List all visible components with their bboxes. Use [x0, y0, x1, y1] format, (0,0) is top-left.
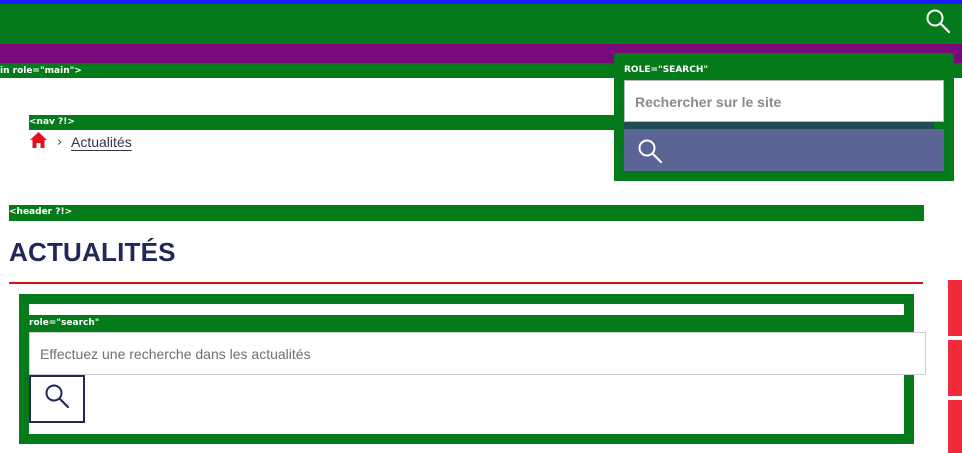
top-green-bar — [0, 4, 962, 13]
site-search-input[interactable]: Rechercher sur le site — [624, 80, 944, 122]
main-role-label: in role="main"> — [0, 66, 82, 76]
nav-label: <nav ?!> — [29, 117, 75, 127]
site-search-divider — [624, 122, 934, 129]
header-green-bar — [0, 13, 962, 44]
breadcrumb-separator: › — [57, 135, 63, 150]
header-label: <header ?!> — [9, 207, 73, 217]
home-icon[interactable] — [29, 131, 48, 149]
search-icon — [636, 137, 664, 165]
site-search-role-label: ROLE="SEARCH" — [624, 65, 709, 75]
header-bar — [9, 205, 924, 221]
nav-bar — [29, 115, 619, 130]
title-underline — [9, 282, 923, 284]
search-icon — [43, 382, 71, 410]
news-search-top-strip — [29, 304, 904, 315]
page-title: ACTUALITÉS — [9, 237, 176, 267]
side-tab[interactable] — [948, 280, 962, 336]
side-tab[interactable] — [948, 400, 962, 453]
breadcrumb-current[interactable]: Actualités — [71, 133, 132, 151]
search-icon[interactable] — [924, 7, 952, 35]
news-search-role-label: role="search" — [29, 318, 100, 328]
side-tab[interactable] — [948, 340, 962, 396]
site-search-button[interactable] — [624, 129, 944, 171]
news-search-input[interactable]: Effectuez une recherche dans les actuali… — [29, 332, 926, 375]
